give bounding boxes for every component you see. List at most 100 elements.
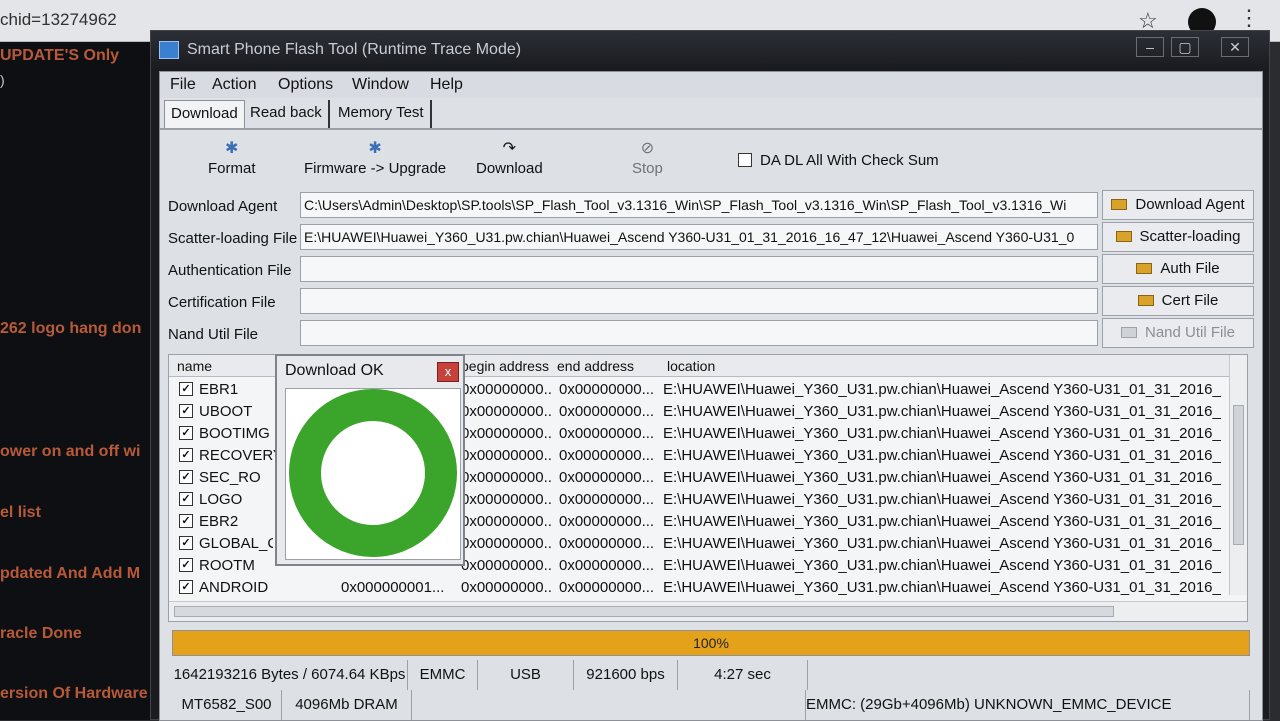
table-row[interactable]: ✓ ANDROID 0x000000001... 0x00000000... 0… bbox=[169, 577, 1229, 599]
auth-file-button[interactable]: Auth File bbox=[1102, 254, 1254, 284]
stop-button[interactable]: ⊘ Stop bbox=[632, 138, 663, 177]
partition-name: EBR2 bbox=[199, 513, 239, 530]
checksum-label: DA DL All With Check Sum bbox=[760, 152, 939, 169]
row-checkbox[interactable]: ✓ bbox=[179, 558, 193, 572]
partition-name: LOGO bbox=[199, 491, 243, 508]
button-label: Scatter-loading bbox=[1139, 228, 1241, 245]
nand-util-button[interactable]: Nand Util File bbox=[1102, 318, 1254, 348]
auth-file-field[interactable] bbox=[300, 256, 1098, 282]
end-address: 0x00000000... bbox=[559, 425, 655, 442]
baud-rate: 921600 bps bbox=[574, 660, 678, 690]
vertical-scrollbar[interactable] bbox=[1229, 355, 1247, 595]
emmc-info: EMMC: (29Gb+4096Mb) UNKNOWN_EMMC_DEVICE bbox=[806, 690, 1250, 720]
tab-memory-test[interactable]: Memory Test bbox=[332, 100, 432, 128]
menu-file[interactable]: File bbox=[170, 76, 196, 94]
title-bar[interactable]: Smart Phone Flash Tool (Runtime Trace Mo… bbox=[151, 31, 1269, 71]
success-ring-icon bbox=[289, 389, 457, 557]
app-icon bbox=[159, 41, 179, 59]
column-header-name[interactable]: name bbox=[177, 358, 212, 374]
menu-help[interactable]: Help bbox=[430, 76, 463, 94]
begin-address: 0x00000000... bbox=[461, 469, 551, 486]
download-icon: ↷ bbox=[502, 140, 517, 157]
scroll-thumb[interactable] bbox=[174, 606, 1114, 617]
end-address: 0x00000000... bbox=[559, 469, 655, 486]
row-checkbox[interactable]: ✓ bbox=[179, 404, 193, 418]
row-checkbox[interactable]: ✓ bbox=[179, 514, 193, 528]
folder-icon bbox=[1115, 231, 1132, 242]
url-text[interactable]: chid=13274962 bbox=[0, 10, 117, 30]
checkbox-box[interactable] bbox=[738, 153, 752, 167]
more-menu-icon[interactable]: ⋮ bbox=[1238, 6, 1260, 30]
elapsed-time: 4:27 sec bbox=[678, 660, 808, 690]
folder-icon bbox=[1136, 263, 1153, 274]
close-icon[interactable]: ✕ bbox=[1221, 37, 1249, 57]
forum-line[interactable]: el list bbox=[0, 504, 41, 522]
size-address: 0x000000001... bbox=[341, 579, 445, 596]
scroll-thumb[interactable] bbox=[1233, 405, 1244, 545]
field-label: Nand Util File bbox=[168, 326, 259, 343]
forum-line[interactable]: UPDATE'S Only bbox=[0, 47, 119, 65]
cert-file-field[interactable] bbox=[300, 288, 1098, 314]
forum-line[interactable]: 262 logo hang don bbox=[0, 320, 141, 338]
dialog-title: Download OK bbox=[285, 362, 384, 379]
end-address: 0x00000000... bbox=[559, 447, 655, 464]
checksum-checkbox[interactable]: DA DL All With Check Sum bbox=[738, 152, 939, 169]
progress-bar: 100% bbox=[172, 630, 1250, 656]
connection-type: USB bbox=[478, 660, 574, 690]
scatter-loading-row: Scatter-loading File E:\HUAWEI\Huawei_Y3… bbox=[160, 222, 1262, 252]
folder-icon bbox=[1111, 199, 1128, 210]
menu-action[interactable]: Action bbox=[212, 76, 256, 94]
row-checkbox[interactable]: ✓ bbox=[179, 536, 193, 550]
nand-util-field[interactable] bbox=[300, 320, 1098, 346]
maximize-icon[interactable]: ▢ bbox=[1171, 37, 1199, 57]
dialog-close-icon[interactable]: x bbox=[437, 362, 459, 382]
row-checkbox[interactable]: ✓ bbox=[179, 492, 193, 506]
menu-options[interactable]: Options bbox=[278, 76, 333, 94]
download-button[interactable]: ↷ Download bbox=[476, 138, 543, 177]
file-selection-panel: Download Agent C:\Users\Admin\Desktop\SP… bbox=[160, 190, 1262, 350]
forum-line: ) bbox=[0, 72, 5, 88]
tab-bar: Download Read back Memory Test bbox=[160, 98, 1262, 130]
horizontal-scrollbar[interactable] bbox=[169, 601, 1247, 621]
download-agent-button[interactable]: Download Agent bbox=[1102, 190, 1254, 220]
forum-line[interactable]: pdated And Add M bbox=[0, 565, 140, 583]
forum-line[interactable]: racle Done bbox=[0, 625, 82, 643]
forum-line[interactable]: ersion Of Hardware bbox=[0, 685, 148, 703]
field-label: Authentication File bbox=[168, 262, 292, 279]
begin-address: 0x00000000... bbox=[461, 447, 551, 464]
tab-read-back[interactable]: Read back bbox=[244, 100, 330, 128]
field-label: Scatter-loading File bbox=[168, 230, 298, 247]
cert-file-button[interactable]: Cert File bbox=[1102, 286, 1254, 316]
end-address: 0x00000000... bbox=[559, 381, 655, 398]
cert-file-row: Certification File Cert File bbox=[160, 286, 1262, 316]
column-header-location[interactable]: location bbox=[667, 358, 715, 374]
row-checkbox[interactable]: ✓ bbox=[179, 580, 193, 594]
button-label: Download Agent bbox=[1135, 196, 1245, 213]
tab-download[interactable]: Download bbox=[164, 100, 245, 128]
row-checkbox[interactable]: ✓ bbox=[179, 448, 193, 462]
minimize-icon[interactable]: – bbox=[1136, 37, 1164, 57]
success-ring bbox=[289, 389, 457, 557]
forum-background: UPDATE'S Only ) 262 logo hang don ower o… bbox=[0, 42, 165, 720]
toolbar: ✱ Format ✱ Firmware -> Upgrade ↷ Downloa… bbox=[160, 132, 1262, 188]
storage-type: EMMC bbox=[408, 660, 478, 690]
button-label: Nand Util File bbox=[1144, 324, 1236, 341]
end-address: 0x00000000... bbox=[559, 491, 655, 508]
row-checkbox[interactable]: ✓ bbox=[179, 426, 193, 440]
menu-window[interactable]: Window bbox=[352, 76, 409, 94]
scatter-loading-field[interactable]: E:\HUAWEI\Huawei_Y360_U31.pw.chian\Huawe… bbox=[300, 224, 1098, 250]
row-checkbox[interactable]: ✓ bbox=[179, 382, 193, 396]
end-address: 0x00000000... bbox=[559, 579, 655, 596]
column-header-end-address[interactable]: end address bbox=[557, 358, 634, 374]
row-checkbox[interactable]: ✓ bbox=[179, 470, 193, 484]
end-address: 0x00000000... bbox=[559, 513, 655, 530]
scatter-loading-button[interactable]: Scatter-loading bbox=[1102, 222, 1254, 252]
column-header-begin-address[interactable]: begin address bbox=[461, 358, 549, 374]
forum-line[interactable]: ower on and off wi bbox=[0, 443, 140, 461]
button-label: Cert File bbox=[1161, 292, 1219, 309]
firmware-upgrade-button[interactable]: ✱ Firmware -> Upgrade bbox=[304, 138, 446, 177]
download-agent-field[interactable]: C:\Users\Admin\Desktop\SP.tools\SP_Flash… bbox=[300, 192, 1098, 218]
format-button[interactable]: ✱ Format bbox=[208, 138, 256, 177]
folder-icon bbox=[1120, 327, 1137, 338]
location: E:\HUAWEI\Huawei_Y360_U31.pw.chian\Huawe… bbox=[663, 425, 1221, 442]
